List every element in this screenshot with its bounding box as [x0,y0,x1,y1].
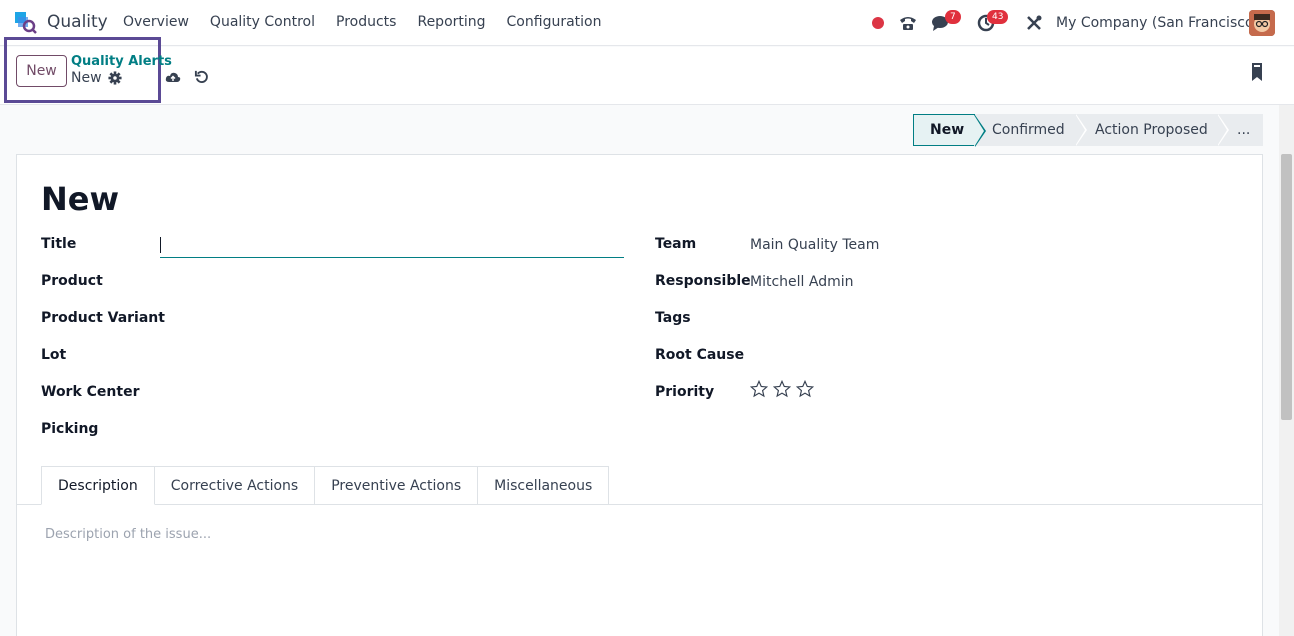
menu-overview[interactable]: Overview [123,14,189,30]
chat-count-badge: 7 [945,10,961,24]
breadcrumb-quality-alerts[interactable]: Quality Alerts [71,54,172,69]
activity-count-badge: 43 [987,10,1009,24]
lot-label: Lot [41,347,67,363]
bookmark-icon[interactable] [1250,62,1264,82]
tab-preventive-actions[interactable]: Preventive Actions [315,466,479,505]
form-sheet [16,154,1263,636]
gear-icon[interactable] [108,71,122,85]
text-caret [160,237,161,253]
menu-configuration[interactable]: Configuration [507,14,602,30]
star-icon[interactable] [773,380,791,398]
menu-products[interactable]: Products [336,14,396,30]
top-navbar: Quality Overview Quality Control Product… [0,0,1294,46]
work-center-label: Work Center [41,384,140,400]
breadcrumb-current: New [71,70,102,86]
product-label: Product [41,273,103,289]
product-variant-label: Product Variant [41,310,165,326]
recording-icon[interactable] [872,0,884,46]
cloud-upload-icon[interactable] [165,69,181,85]
stage-confirmed[interactable]: Confirmed [975,114,1087,146]
tags-label: Tags [655,310,691,326]
user-avatar[interactable] [1249,10,1275,36]
team-label: Team [655,236,697,252]
title-label: Title [41,236,77,252]
app-name[interactable]: Quality [47,12,108,32]
description-editor[interactable]: Description of the issue... [45,527,211,542]
company-switcher[interactable]: My Company (San Francisco) [1056,0,1259,46]
stage-new[interactable]: New [913,114,986,147]
team-value[interactable]: Main Quality Team [750,237,879,253]
star-icon[interactable] [750,380,768,398]
notebook-tabs: Description Corrective Actions Preventiv… [41,466,610,505]
main-menu: Overview Quality Control Products Report… [123,14,622,30]
priority-stars [750,380,814,398]
undo-icon[interactable] [194,69,209,84]
quality-app-icon[interactable] [14,11,38,35]
priority-label: Priority [655,384,715,400]
menu-quality-control[interactable]: Quality Control [210,14,315,30]
root-cause-label: Root Cause [655,347,745,363]
new-button[interactable]: New [16,55,67,87]
debug-tools-icon[interactable] [1025,0,1043,46]
tab-corrective-actions[interactable]: Corrective Actions [154,466,316,505]
tab-miscellaneous[interactable]: Miscellaneous [478,466,610,505]
tab-description[interactable]: Description [41,466,155,505]
picking-label: Picking [41,421,99,437]
star-icon[interactable] [796,380,814,398]
responsible-label: Responsible [655,273,751,289]
responsible-value[interactable]: Mitchell Admin [750,274,854,290]
record-title: New [41,180,120,218]
menu-reporting[interactable]: Reporting [417,14,485,30]
phone-icon[interactable] [898,0,918,46]
status-bar: New Confirmed Action Proposed ... [913,114,1263,147]
stage-action-proposed[interactable]: Action Proposed [1075,114,1229,146]
scrollbar-thumb[interactable] [1281,154,1292,420]
title-input[interactable] [160,234,624,258]
